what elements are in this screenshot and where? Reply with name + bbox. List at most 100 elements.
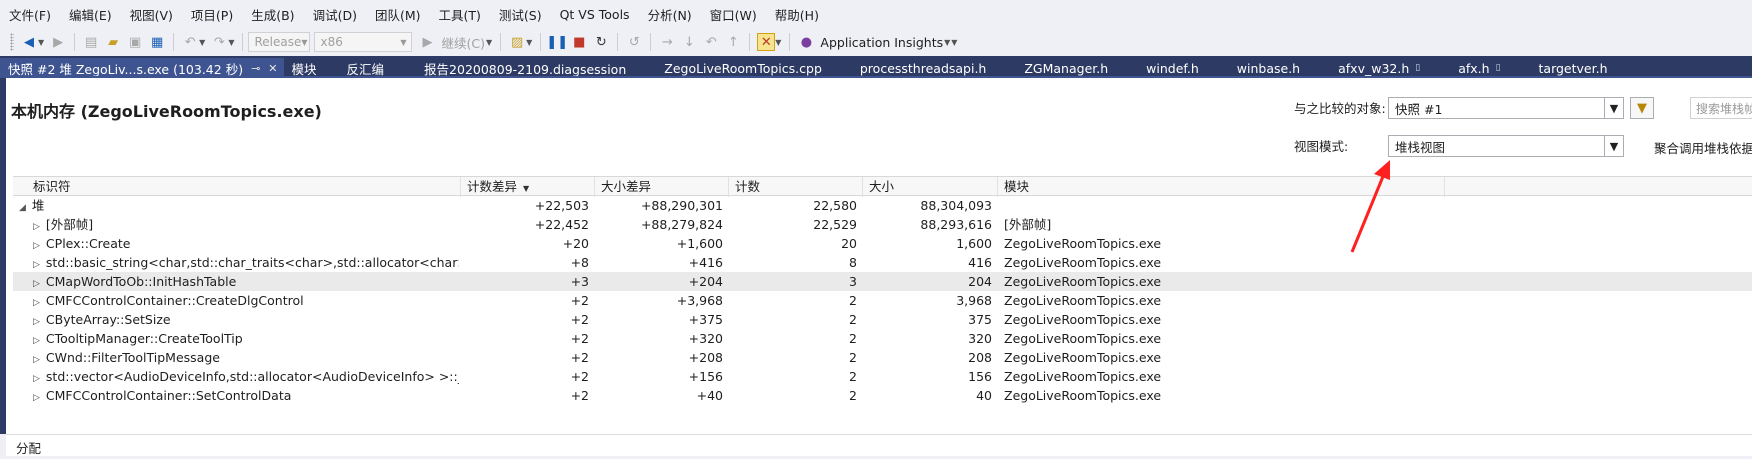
continue-dropdown-icon[interactable]: ▼ xyxy=(486,38,492,47)
table-row[interactable]: ◢ 堆 +22,503 +88,290,301 22,580 88,304,093 xyxy=(13,196,1752,215)
collapse-icon[interactable]: ◢ xyxy=(19,203,26,213)
chevron-down-icon[interactable]: ▼ xyxy=(1604,98,1623,118)
toolbar-overflow-icon[interactable]: ▼ xyxy=(951,38,957,47)
table-row[interactable]: ▷ std::vector<AudioDeviceInfo,std::alloca… xyxy=(13,367,1752,386)
view-mode-select[interactable]: 堆栈视图 ▼ xyxy=(1388,135,1624,157)
column-header-size[interactable]: 大小 xyxy=(863,177,998,197)
new-project-icon[interactable]: ▤ xyxy=(82,33,100,51)
expand-icon[interactable]: ▷ xyxy=(33,336,40,346)
tab-zegoliveroomtopics-cpp[interactable]: ZegoLiveRoomTopics.cpp xyxy=(656,58,852,78)
pin-icon[interactable]: ⊸ xyxy=(251,62,260,75)
tab-windef-h[interactable]: windef.h xyxy=(1138,58,1229,78)
redo-icon[interactable]: ↷ xyxy=(210,33,228,51)
compare-select[interactable]: 快照 #1 ▼ xyxy=(1388,97,1624,119)
cell-size: 204 xyxy=(968,274,992,289)
table-row[interactable]: ▷ CMapWordToOb::InitHashTable +3 +204 3 204 Ze… xyxy=(13,272,1752,291)
tab-afx-h[interactable]: afx.h ▯ xyxy=(1450,58,1530,78)
close-icon[interactable]: ✕ xyxy=(268,62,277,75)
table-row[interactable]: ▷ CMFCControlContainer::SetControlData +2 +… xyxy=(13,386,1752,405)
chevron-down-icon[interactable]: ▼ xyxy=(1604,136,1623,156)
configuration-select[interactable]: Release ▼ xyxy=(248,32,311,52)
undo-dropdown-icon[interactable]: ▼ xyxy=(199,38,205,47)
search-stack-frames-input[interactable]: 搜索堆栈帧 xyxy=(1690,97,1752,119)
save-all-icon[interactable]: ▦ xyxy=(148,33,166,51)
step-out-icon[interactable]: ↑ xyxy=(724,33,742,51)
expand-icon[interactable]: ▷ xyxy=(33,317,40,327)
hot-reload-dropdown-icon[interactable]: ▼ xyxy=(775,38,781,47)
step-into-icon[interactable]: ↓ xyxy=(680,33,698,51)
insights-dropdown-icon[interactable]: ▼ xyxy=(944,38,950,47)
open-folder-icon[interactable]: ▰ xyxy=(104,33,122,51)
allocations-panel-header xyxy=(6,434,1752,456)
back-dropdown-icon[interactable]: ▼ xyxy=(38,38,44,47)
identifier-text: [外部帧] xyxy=(45,217,94,232)
pin-icon[interactable]: ▯ xyxy=(1496,63,1501,73)
expand-icon[interactable]: ▷ xyxy=(33,222,40,232)
menu-file[interactable]: 文件(F) xyxy=(0,5,60,24)
menu-view[interactable]: 视图(V) xyxy=(121,5,182,24)
tab-winbase-h[interactable]: winbase.h xyxy=(1229,58,1330,78)
expand-icon[interactable]: ▷ xyxy=(33,393,40,403)
table-row[interactable]: ▷ CPlex::Create +20 +1,600 20 1,600 ZegoLiveRo… xyxy=(13,234,1752,253)
column-header-identifier[interactable]: 标识符 xyxy=(13,177,461,197)
expand-icon[interactable]: ▷ xyxy=(33,260,40,270)
find-icon[interactable]: ▨ xyxy=(508,33,526,51)
back-icon[interactable]: ◀ xyxy=(20,33,38,51)
hot-reload-icon[interactable]: ✕ xyxy=(757,33,776,51)
table-row[interactable]: ▷ CWnd::FilterToolTipMessage +2 +208 2 208 Zeg… xyxy=(13,348,1752,367)
menu-test[interactable]: 测试(S) xyxy=(490,5,551,24)
menu-build[interactable]: 生成(B) xyxy=(242,5,303,24)
menu-help[interactable]: 帮助(H) xyxy=(766,5,828,24)
column-header-count[interactable]: 计数 xyxy=(729,177,863,197)
tab-zgmanager-h[interactable]: ZGManager.h xyxy=(1016,58,1138,78)
pin-icon[interactable]: ▯ xyxy=(1415,63,1420,73)
menu-qt-vs-tools[interactable]: Qt VS Tools xyxy=(551,7,639,22)
menu-tools[interactable]: 工具(T) xyxy=(430,5,490,24)
tab-modules[interactable]: 模块 xyxy=(284,58,331,78)
forward-icon[interactable]: ▶ xyxy=(49,33,67,51)
menu-debug[interactable]: 调试(D) xyxy=(304,5,366,24)
expand-icon[interactable]: ▷ xyxy=(33,374,40,384)
menu-analyze[interactable]: 分析(N) xyxy=(639,5,701,24)
tab-targetver-h[interactable]: targetver.h xyxy=(1531,58,1622,78)
tab-disassembly[interactable]: 反汇编 xyxy=(331,58,417,78)
identifier-text: std::basic_string<char,std::char_traits<… xyxy=(45,255,459,270)
restart-icon[interactable]: ↻ xyxy=(592,33,610,51)
menu-project[interactable]: 项目(P) xyxy=(182,5,242,24)
expand-icon[interactable]: ▷ xyxy=(33,298,40,308)
expand-icon[interactable]: ▷ xyxy=(33,355,40,365)
table-row[interactable]: ▷ CByteArray::SetSize +2 +375 2 375 ZegoLiveRo… xyxy=(13,310,1752,329)
menu-edit[interactable]: 编辑(E) xyxy=(60,5,121,24)
step-back-icon[interactable]: ↶ xyxy=(702,33,720,51)
find-dropdown-icon[interactable]: ▼ xyxy=(526,38,532,47)
step-over-icon[interactable]: → xyxy=(658,33,676,51)
table-row[interactable]: ▷ std::basic_string<char,std::char_traits… xyxy=(13,253,1752,272)
column-header-count-diff[interactable]: 计数差异 ▼ xyxy=(461,177,595,197)
stop-icon[interactable]: ■ xyxy=(570,33,588,51)
menu-team[interactable]: 团队(M) xyxy=(366,5,430,24)
tab-snapshot[interactable]: 快照 #2 堆 ZegoLiv...s.exe (103.42 秒) ⊸ ✕ xyxy=(0,58,284,78)
toolbar-grip[interactable] xyxy=(10,33,14,51)
table-row[interactable]: ▷ CMFCControlContainer::CreateDlgControl +… xyxy=(13,291,1752,310)
undo-icon[interactable]: ↶ xyxy=(181,33,199,51)
save-icon[interactable]: ▣ xyxy=(126,33,144,51)
redo-dropdown-icon[interactable]: ▼ xyxy=(228,38,234,47)
continue-play-icon[interactable]: ▶ xyxy=(418,33,436,51)
tab-processthreadsapi-h[interactable]: processthreadsapi.h xyxy=(852,58,1016,78)
filter-icon[interactable]: ▼ xyxy=(1630,97,1654,119)
platform-select[interactable]: x86 ▼ xyxy=(314,32,413,52)
table-row[interactable]: ▷ [外部帧] +22,452 +88,279,824 22,529 88,293,616… xyxy=(13,215,1752,234)
lightbulb-icon[interactable]: ● xyxy=(797,33,815,51)
column-header-size-diff[interactable]: 大小差异 xyxy=(595,177,729,197)
tab-afxv-w32-h[interactable]: afxv_w32.h ▯ xyxy=(1330,58,1450,78)
tab-diagsession[interactable]: 报告20200809-2109.diagsession xyxy=(416,58,656,78)
application-insights-button[interactable]: Application Insights xyxy=(820,35,943,50)
show-next-statement-icon[interactable]: ↺ xyxy=(625,33,643,51)
cell-count-diff: +2 xyxy=(570,388,589,403)
menu-window[interactable]: 窗口(W) xyxy=(701,5,766,24)
continue-button[interactable]: 继续(C) xyxy=(441,33,484,52)
table-row[interactable]: ▷ CTooltipManager::CreateToolTip +2 +320 2 32… xyxy=(13,329,1752,348)
expand-icon[interactable]: ▷ xyxy=(33,241,40,251)
pause-icon[interactable]: ❚❚ xyxy=(546,33,568,51)
expand-icon[interactable]: ▷ xyxy=(33,279,40,289)
